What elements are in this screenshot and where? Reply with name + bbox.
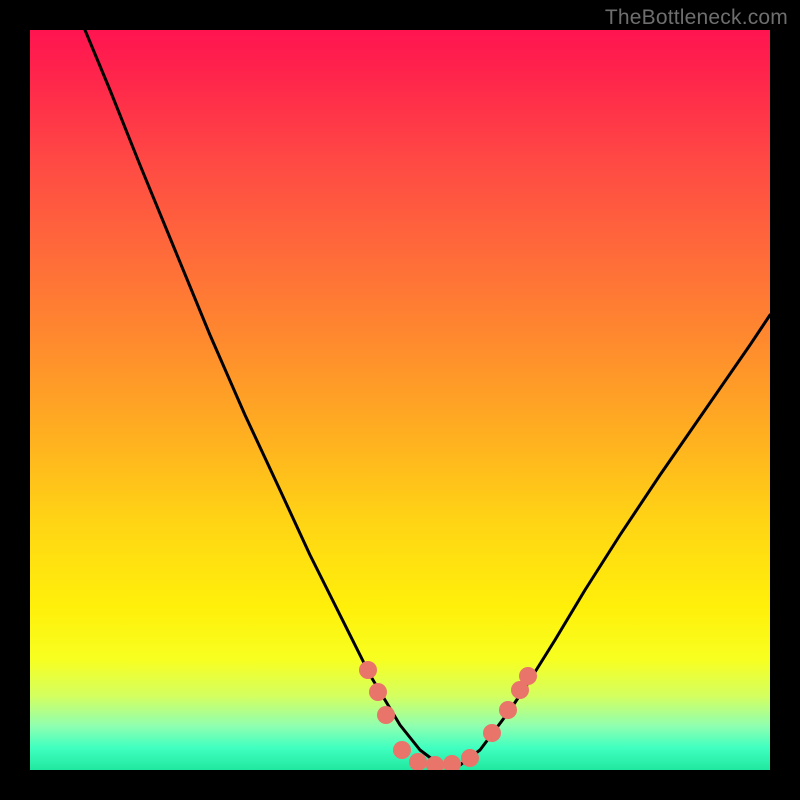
chart-frame: TheBottleneck.com [0, 0, 800, 800]
curve-marker [483, 724, 501, 742]
curve-marker [393, 741, 411, 759]
curve-marker [499, 701, 517, 719]
curve-marker [377, 706, 395, 724]
curve-marker [359, 661, 377, 679]
curve-marker [409, 753, 427, 770]
curve-marker [426, 756, 444, 770]
plot-area [30, 30, 770, 770]
marker-group [359, 661, 537, 770]
curve-marker [443, 755, 461, 770]
curve-marker [461, 749, 479, 767]
chart-svg [30, 30, 770, 770]
curve-marker [511, 681, 529, 699]
curve-marker [369, 683, 387, 701]
bottleneck-curve [85, 30, 770, 765]
curve-marker [519, 667, 537, 685]
watermark-text: TheBottleneck.com [605, 6, 788, 30]
